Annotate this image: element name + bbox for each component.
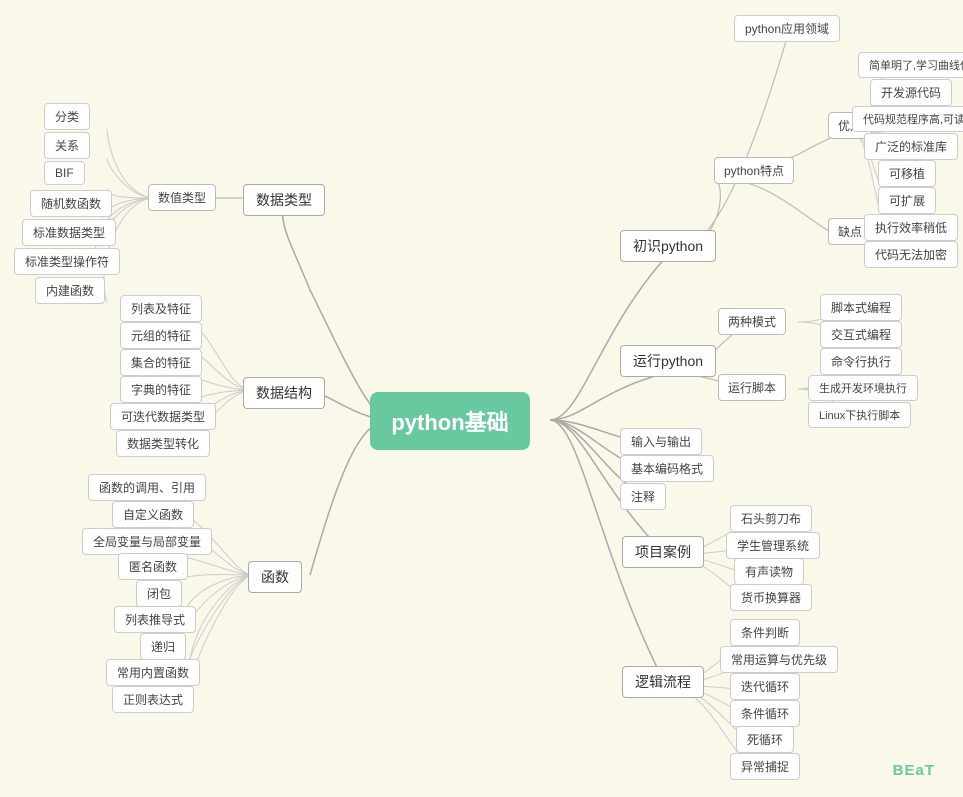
leaf-you1: 简单明了,学习曲线低 xyxy=(858,52,963,78)
branch-label-yunxing: 运行python xyxy=(633,351,703,371)
leaf-biaozhun: 标准数据类型 xyxy=(22,219,116,246)
leaf-lz2: 交互式编程 xyxy=(820,321,902,348)
branch-hanshu: 函数 xyxy=(248,561,302,593)
leaf-lj2: 常用运算与优先级 xyxy=(720,646,838,673)
leaf-xm3: 有声读物 xyxy=(734,558,804,585)
leaf-you5: 可移植 xyxy=(878,160,936,187)
leaf-guanxi: 关系 xyxy=(44,132,90,159)
leaf-yj1: 命令行执行 xyxy=(820,348,902,375)
leaf-jihe: 集合的特征 xyxy=(120,349,202,376)
sub-label-shuzhi: 数值类型 xyxy=(158,189,206,206)
leaf-kediedai: 可迭代数据类型 xyxy=(110,403,216,430)
leaf-lj6: 异常捕捉 xyxy=(730,753,800,780)
branch-luoji: 逻辑流程 xyxy=(622,666,704,698)
sub-liangzhong: 两种模式 xyxy=(718,308,786,335)
branch-label-shujujiegou: 数据结构 xyxy=(256,383,312,403)
leaf-suiji: 随机数函数 xyxy=(30,190,112,217)
leaf-lj1: 条件判断 xyxy=(730,619,800,646)
leaf-hanshu8: 常用内置函数 xyxy=(106,659,200,686)
branch-label-luoji: 逻辑流程 xyxy=(635,672,691,692)
leaf-bif: BIF xyxy=(44,161,85,185)
leaf-shuru: 输入与输出 xyxy=(620,428,702,455)
leaf-hanshu2: 自定义函数 xyxy=(112,501,194,528)
leaf-que1: 执行效率稍低 xyxy=(864,214,958,241)
leaf-yj3: Linux下执行脚本 xyxy=(808,402,911,428)
leaf-biaozhuncaozuo: 标准类型操作符 xyxy=(14,248,120,275)
leaf-hanshu3: 全局变量与局部变量 xyxy=(82,528,212,555)
leaf-you3: 代码规范程序高,可读性强 xyxy=(852,106,963,132)
branch-yunxing: 运行python xyxy=(620,345,716,377)
leaf-hanshu1: 函数的调用、引用 xyxy=(88,474,206,501)
leaf-hanshu4: 匿名函数 xyxy=(118,553,188,580)
branch-shujujiegou: 数据结构 xyxy=(243,377,325,409)
leaf-hanshu6: 列表推导式 xyxy=(114,606,196,633)
leaf-lj3: 迭代循环 xyxy=(730,673,800,700)
leaf-yingyong: python应用领域 xyxy=(734,15,840,42)
leaf-hanshu9: 正则表达式 xyxy=(112,686,194,713)
leaf-you4: 广泛的标准库 xyxy=(864,133,958,160)
leaf-zidian: 字典的特征 xyxy=(120,376,202,403)
leaf-yj2: 生成开发环境执行 xyxy=(808,375,918,401)
sub-shuzhi: 数值类型 xyxy=(148,184,216,211)
brand-label: BEaT xyxy=(893,762,935,779)
branch-label-hanshu: 函数 xyxy=(261,567,289,587)
leaf-xm2: 学生管理系统 xyxy=(726,532,820,559)
branch-label-shujuleixing: 数据类型 xyxy=(256,190,312,210)
leaf-bianma: 基本编码格式 xyxy=(620,455,714,482)
leaf-lj5: 死循环 xyxy=(736,726,794,753)
leaf-hanshu7: 递归 xyxy=(140,633,186,660)
branch-label-chushi: 初识python xyxy=(633,236,703,256)
leaf-neijian: 内建函数 xyxy=(35,277,105,304)
brand-text: BEaT xyxy=(893,762,935,779)
leaf-you2: 开发源代码 xyxy=(870,79,952,106)
leaf-you6: 可扩展 xyxy=(878,187,936,214)
sub-yunxingjiaoben: 运行脚本 xyxy=(718,374,786,401)
branch-xiangmu: 项目案例 xyxy=(622,536,704,568)
branch-shujuleixing: 数据类型 xyxy=(243,184,325,216)
leaf-fenlei: 分类 xyxy=(44,103,90,130)
leaf-liebiao: 列表及特征 xyxy=(120,295,202,322)
leaf-hanshu5: 闭包 xyxy=(136,580,182,607)
leaf-zhuanhua: 数据类型转化 xyxy=(116,430,210,457)
leaf-lj4: 条件循环 xyxy=(730,700,800,727)
leaf-zhushi: 注释 xyxy=(620,483,666,510)
sub-tezheng: python特点 xyxy=(714,157,794,184)
branch-chushi: 初识python xyxy=(620,230,716,262)
leaf-que2: 代码无法加密 xyxy=(864,241,958,268)
center-node: python基础 xyxy=(370,392,530,450)
center-label: python基础 xyxy=(391,405,508,437)
leaf-lz1: 脚本式编程 xyxy=(820,294,902,321)
leaf-xm4: 货币换算器 xyxy=(730,584,812,611)
leaf-yuanzu: 元组的特征 xyxy=(120,322,202,349)
leaf-xm1: 石头剪刀布 xyxy=(730,505,812,532)
branch-label-xiangmu: 项目案例 xyxy=(635,542,691,562)
